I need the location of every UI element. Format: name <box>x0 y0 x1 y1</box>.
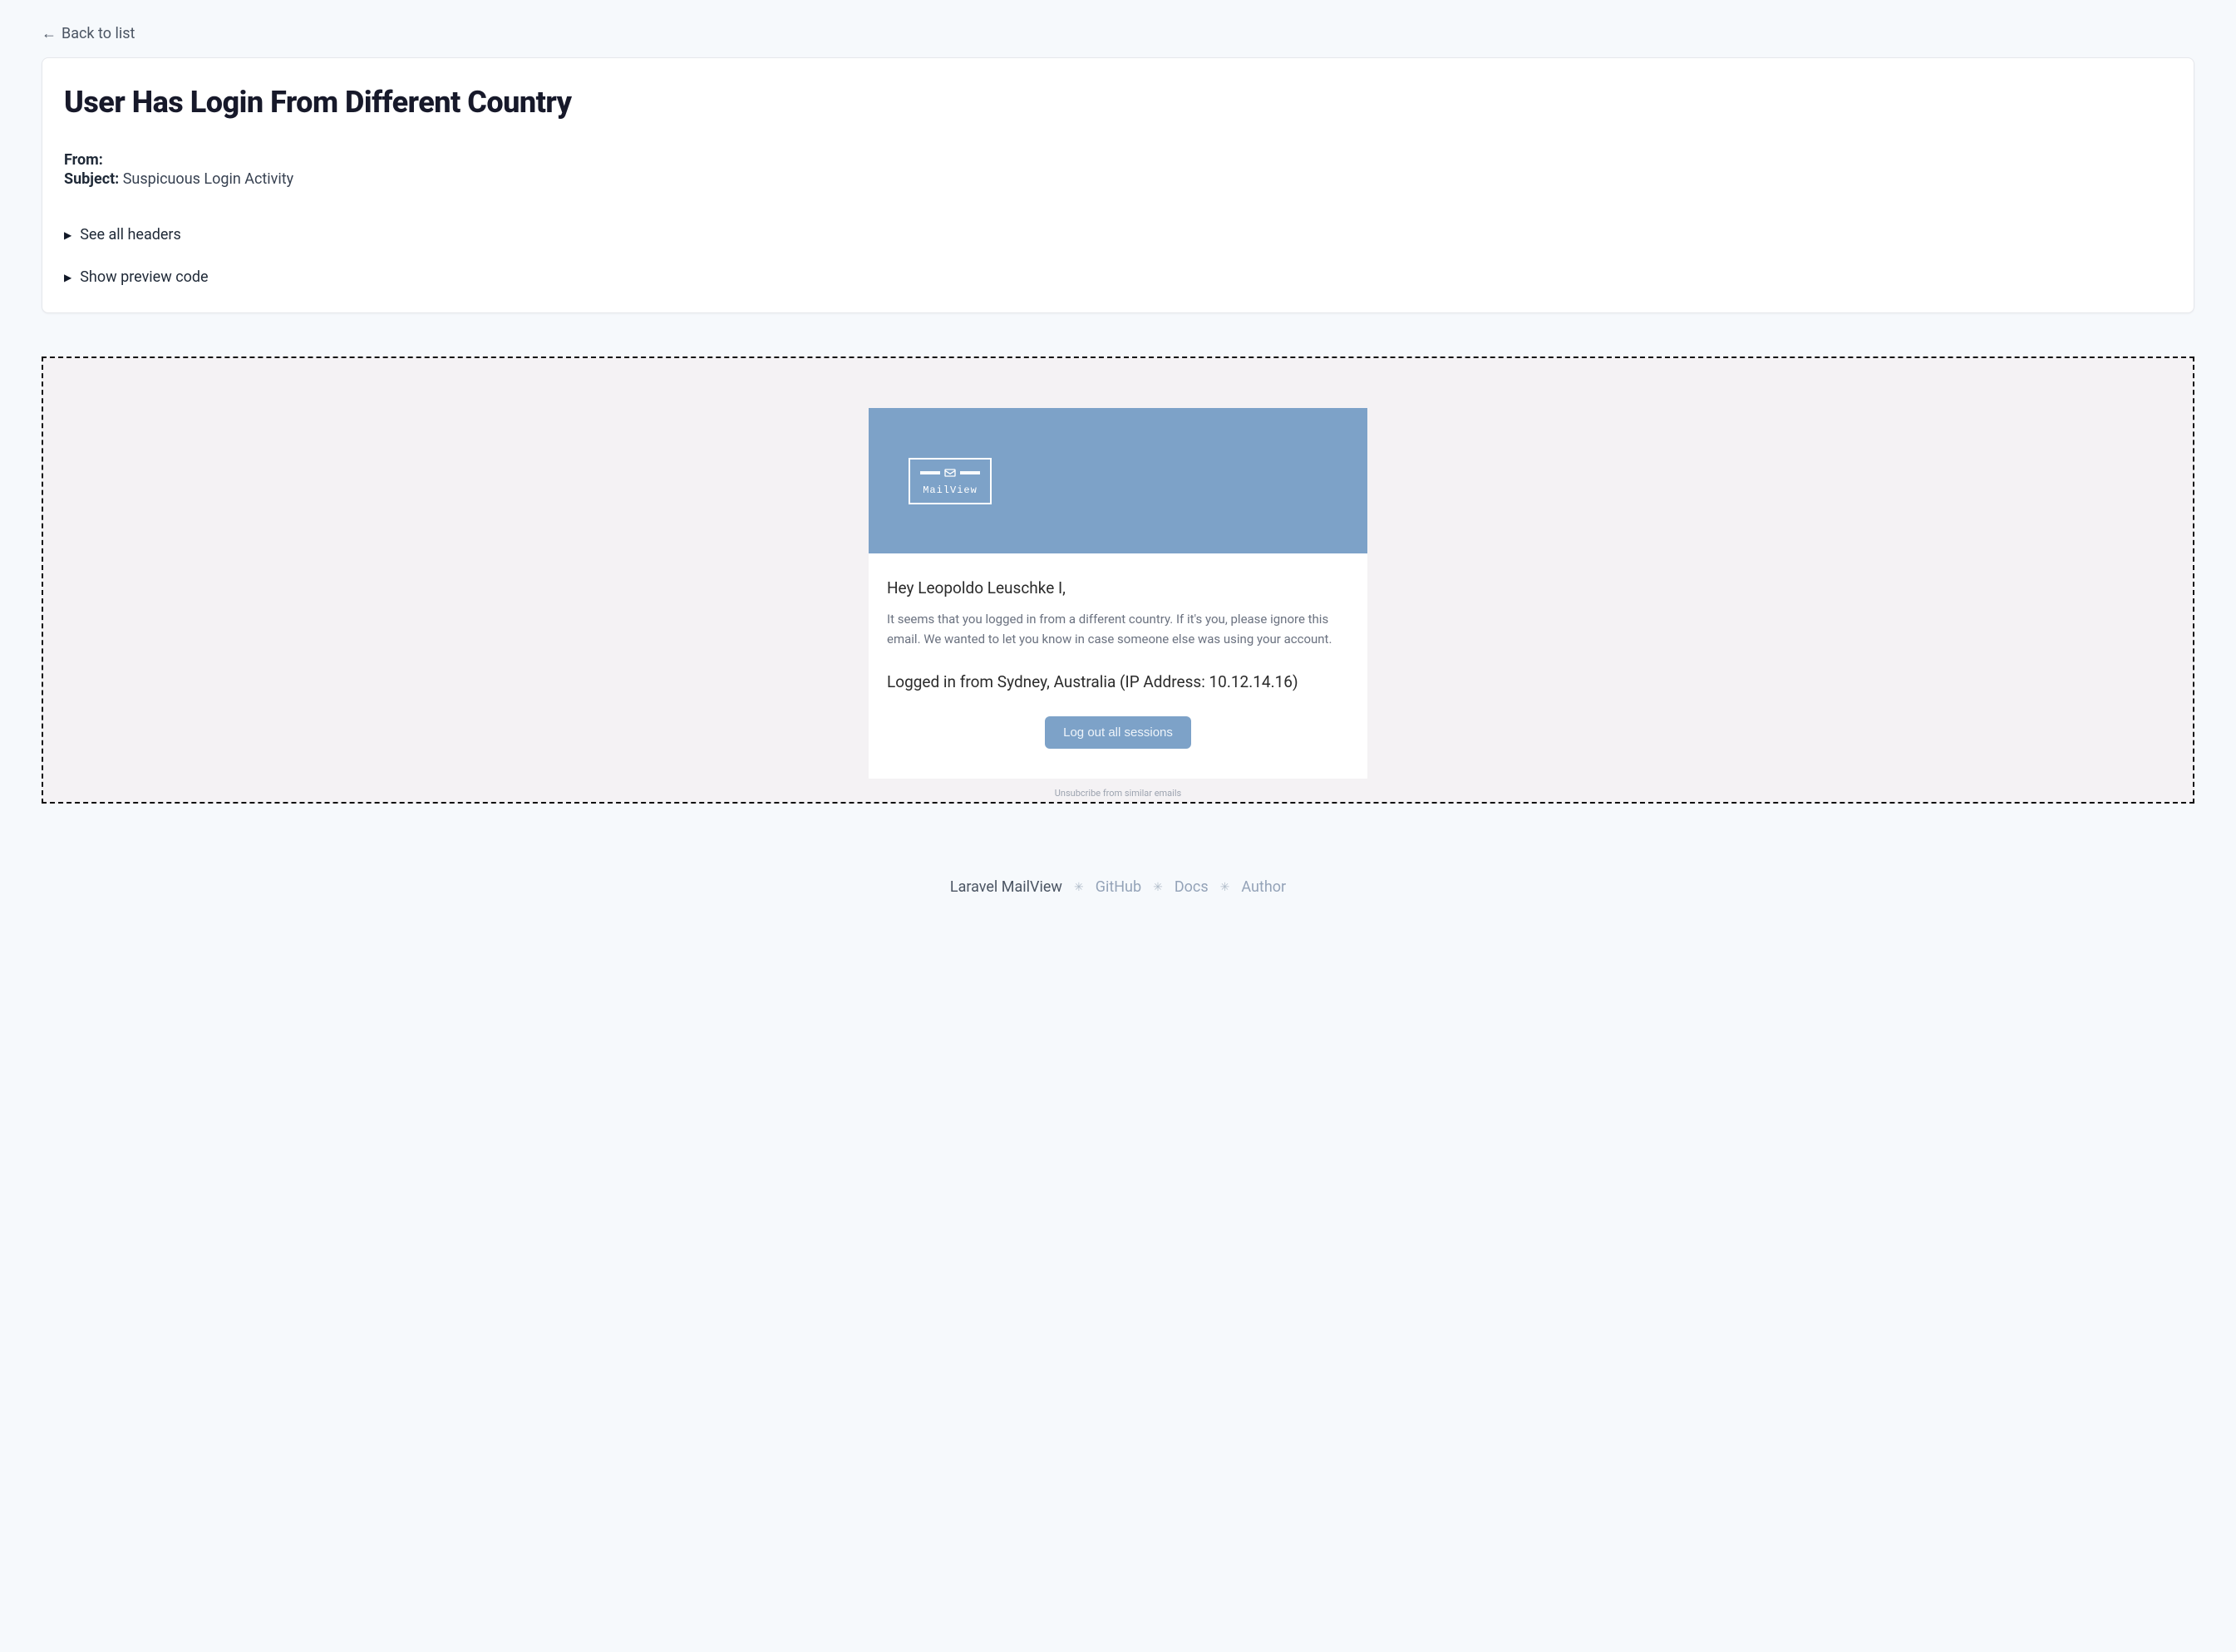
email-preview: MailView Hey Leopoldo Leuschke I, It see… <box>869 408 1367 802</box>
logo-line-right <box>960 471 980 474</box>
back-to-list-link[interactable]: ← Back to list <box>42 25 135 42</box>
caret-right-icon: ▶ <box>64 272 71 283</box>
separator-icon: ✳ <box>1074 881 1084 894</box>
separator-icon: ✳ <box>1220 881 1230 894</box>
subject-row: Subject: Suspicuous Login Activity <box>64 170 2172 188</box>
footer-link-docs[interactable]: Docs <box>1175 878 1209 896</box>
email-preview-frame: MailView Hey Leopoldo Leuschke I, It see… <box>42 356 2194 804</box>
from-label: From: <box>64 151 103 169</box>
logo-text: MailView <box>923 484 978 496</box>
show-preview-code-toggle[interactable]: ▶ Show preview code <box>64 263 2172 291</box>
footer-link-github[interactable]: GitHub <box>1096 878 1141 896</box>
page-title: User Has Login From Different Country <box>64 85 2172 120</box>
logo-line-left <box>920 471 940 474</box>
separator-icon: ✳ <box>1153 881 1163 894</box>
email-login-info: Logged in from Sydney, Australia (IP Add… <box>887 672 1349 691</box>
logout-all-sessions-button[interactable]: Log out all sessions <box>1045 716 1191 749</box>
from-row: From: <box>64 151 2172 169</box>
see-headers-label: See all headers <box>80 226 181 243</box>
page-footer: Laravel MailView ✳ GitHub ✳ Docs ✳ Autho… <box>42 878 2194 896</box>
subject-label: Subject: <box>64 170 119 188</box>
arrow-left-icon: ← <box>42 25 57 42</box>
mailview-logo: MailView <box>909 458 992 504</box>
meta-block: From: Subject: Suspicuous Login Activity <box>64 151 2172 188</box>
see-all-headers-toggle[interactable]: ▶ See all headers <box>64 221 2172 248</box>
email-body: Hey Leopoldo Leuschke I, It seems that y… <box>869 553 1367 779</box>
back-label: Back to list <box>62 25 135 42</box>
footer-brand: Laravel MailView <box>950 878 1062 896</box>
email-header: MailView <box>869 408 1367 553</box>
email-greeting: Hey Leopoldo Leuschke I, <box>887 578 1349 597</box>
email-body-text: It seems that you logged in from a diffe… <box>887 609 1349 649</box>
logo-graphic <box>920 466 980 479</box>
subject-value: Suspicuous Login Activity <box>123 170 293 188</box>
caret-right-icon: ▶ <box>64 229 71 241</box>
footer-link-author[interactable]: Author <box>1241 878 1286 896</box>
button-wrap: Log out all sessions <box>887 716 1349 749</box>
mail-icon <box>943 466 957 479</box>
unsubscribe-link[interactable]: Unsubcribe from similar emails <box>869 788 1367 802</box>
email-meta-card: User Has Login From Different Country Fr… <box>42 57 2194 313</box>
show-code-label: Show preview code <box>80 268 208 286</box>
